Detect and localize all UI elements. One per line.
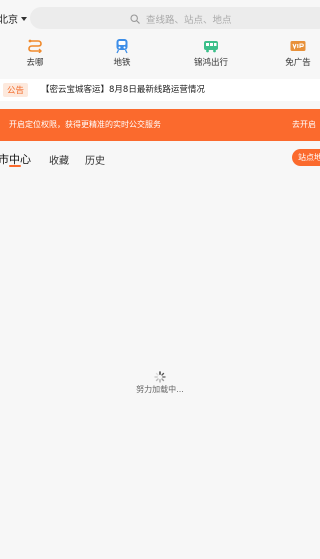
- caret-down-icon: [21, 17, 27, 21]
- quick-nav-label: 锦鸿出行: [193, 58, 228, 68]
- loading-spinner-icon: [154, 368, 166, 383]
- tab-history[interactable]: 历史: [85, 152, 105, 167]
- nearby-stations-button[interactable]: 站点地: [292, 149, 320, 166]
- tab-favorites[interactable]: 收藏: [49, 152, 69, 167]
- quick-nav-label: 去哪: [26, 58, 44, 68]
- top-bar: 北京 查线路、站点、地点: [0, 0, 320, 36]
- enable-location-button[interactable]: 去开启: [292, 119, 316, 130]
- quick-nav-no-ads[interactable]: 免广告: [268, 36, 320, 70]
- quick-nav: 去哪 地铁 锦鸿出行 免广告: [0, 36, 320, 70]
- nearby-stations-label: 站点地: [298, 153, 320, 162]
- location-permission-banner[interactable]: 开启定位权限，获得更精准的实时公交服务 去开启: [0, 109, 320, 141]
- notice-bar[interactable]: 公告 【密云宝城客运】8月8日最新线路运营情况: [0, 79, 320, 101]
- vip-icon: [290, 41, 306, 51]
- search-input[interactable]: 查线路、站点、地点: [30, 7, 320, 29]
- search-icon: [130, 14, 140, 24]
- subway-icon: [116, 39, 128, 54]
- quick-nav-where[interactable]: 去哪: [5, 36, 65, 70]
- notice-tag: 公告: [3, 83, 29, 97]
- route-icon: [28, 39, 42, 53]
- notice-text: 【密云宝城客运】8月8日最新线路运营情况: [41, 85, 205, 95]
- loading-text: 努力加载中...: [136, 385, 184, 394]
- city-label: 北京: [0, 15, 18, 26]
- active-tab-indicator: [9, 165, 21, 167]
- bus-icon: [204, 41, 218, 53]
- quick-nav-label: 地铁: [113, 58, 131, 68]
- location-prompt-text: 开启定位权限，获得更精准的实时公交服务: [9, 120, 161, 129]
- station-tabs: 市中心 收藏 历史: [0, 148, 320, 172]
- quick-nav-jinhong[interactable]: 锦鸿出行: [181, 36, 241, 70]
- city-selector[interactable]: 北京: [0, 11, 27, 26]
- quick-nav-subway[interactable]: 地铁: [92, 36, 152, 70]
- quick-nav-label: 免广告: [285, 58, 311, 68]
- search-placeholder: 查线路、站点、地点: [146, 15, 232, 26]
- loading-indicator: 努力加载中...: [0, 368, 320, 395]
